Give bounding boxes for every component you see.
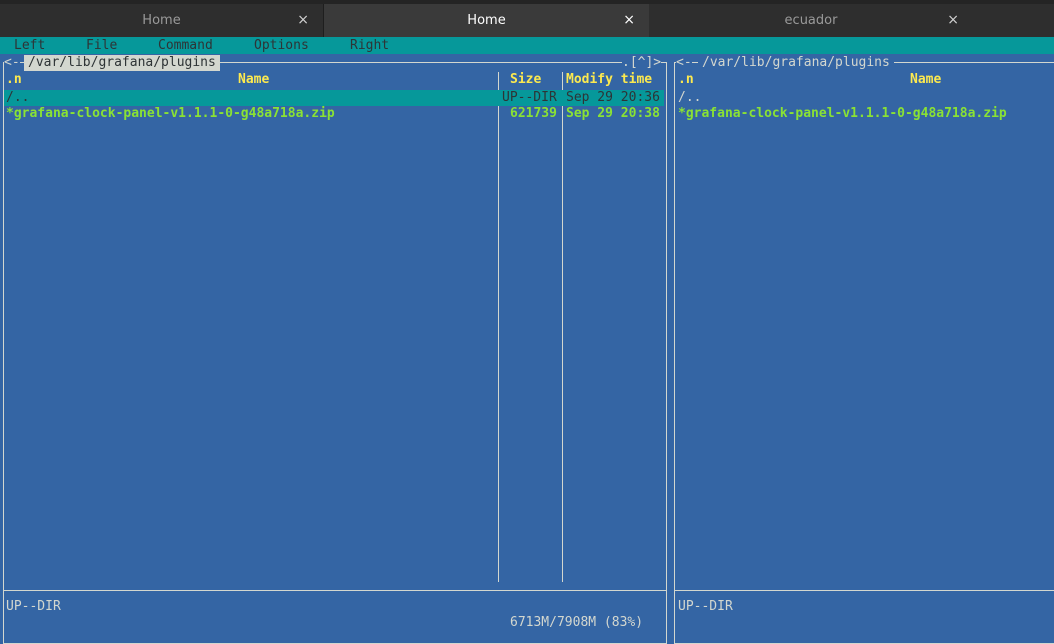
file-name: *grafana-clock-panel-v1.1.1-0-g48a718a.z… bbox=[6, 106, 335, 121]
status-text: UP--DIR bbox=[678, 599, 733, 614]
close-icon[interactable]: × bbox=[623, 4, 635, 37]
menu-item-options[interactable]: Options bbox=[254, 37, 309, 54]
menu-bar: Left File Command Options Right bbox=[0, 37, 1054, 54]
status-divider bbox=[4, 590, 666, 591]
close-icon[interactable]: × bbox=[297, 4, 309, 37]
file-size: UP--DIR bbox=[502, 90, 557, 105]
file-name: *grafana-clock-panel-v1.1.1-0-g48a718a.z… bbox=[678, 106, 1007, 121]
column-header-size[interactable]: Size bbox=[510, 72, 541, 88]
column-header-n[interactable]: .n bbox=[6, 72, 22, 88]
column-header-n[interactable]: .n bbox=[678, 72, 694, 88]
tab-home-1[interactable]: Home × bbox=[0, 4, 324, 37]
menu-item-file[interactable]: File bbox=[86, 37, 117, 54]
right-panel-frame bbox=[674, 62, 1054, 644]
panel-left-arrow[interactable]: <- bbox=[676, 55, 692, 71]
tab-label: Home bbox=[142, 13, 181, 28]
column-header-name[interactable]: Name bbox=[910, 72, 941, 88]
tab-label: Home bbox=[467, 13, 506, 28]
panel-history-button[interactable]: .[^]> bbox=[622, 55, 662, 71]
file-mtime: Sep 29 20:38 bbox=[566, 106, 660, 121]
tab-label: ecuador bbox=[784, 13, 838, 28]
tab-bar: Home × Home × ecuador × bbox=[0, 0, 1054, 37]
column-divider bbox=[562, 72, 563, 582]
left-panel-frame bbox=[3, 62, 667, 644]
right-panel[interactable]: <- /var/lib/grafana/plugins .n Name /.. … bbox=[670, 54, 1054, 644]
right-panel-path[interactable]: /var/lib/grafana/plugins bbox=[698, 55, 894, 71]
column-divider bbox=[498, 72, 499, 582]
left-panel[interactable]: <- /var/lib/grafana/plugins .[^]> .n Nam… bbox=[0, 54, 670, 644]
status-divider bbox=[675, 590, 1054, 591]
tab-home-2[interactable]: Home × bbox=[324, 4, 649, 37]
file-size: 621739 bbox=[510, 106, 557, 121]
selected-row-highlight bbox=[4, 90, 664, 106]
panel-left-arrow[interactable]: <- bbox=[4, 55, 20, 71]
left-panel-path[interactable]: /var/lib/grafana/plugins bbox=[24, 55, 220, 71]
menu-item-command[interactable]: Command bbox=[158, 37, 213, 54]
file-name: /.. bbox=[6, 90, 30, 105]
disk-usage: 6713M/7908M (83%) bbox=[510, 615, 644, 630]
file-mtime: Sep 29 20:36 bbox=[566, 90, 660, 105]
column-header-mtime[interactable]: Modify time bbox=[566, 72, 652, 88]
column-header-name[interactable]: Name bbox=[238, 72, 269, 88]
menu-item-right[interactable]: Right bbox=[350, 37, 389, 54]
tab-ecuador[interactable]: ecuador × bbox=[649, 4, 973, 37]
file-name: /.. bbox=[678, 90, 702, 105]
menu-item-left[interactable]: Left bbox=[14, 37, 45, 54]
close-icon[interactable]: × bbox=[947, 4, 959, 37]
status-text: UP--DIR bbox=[6, 599, 61, 614]
